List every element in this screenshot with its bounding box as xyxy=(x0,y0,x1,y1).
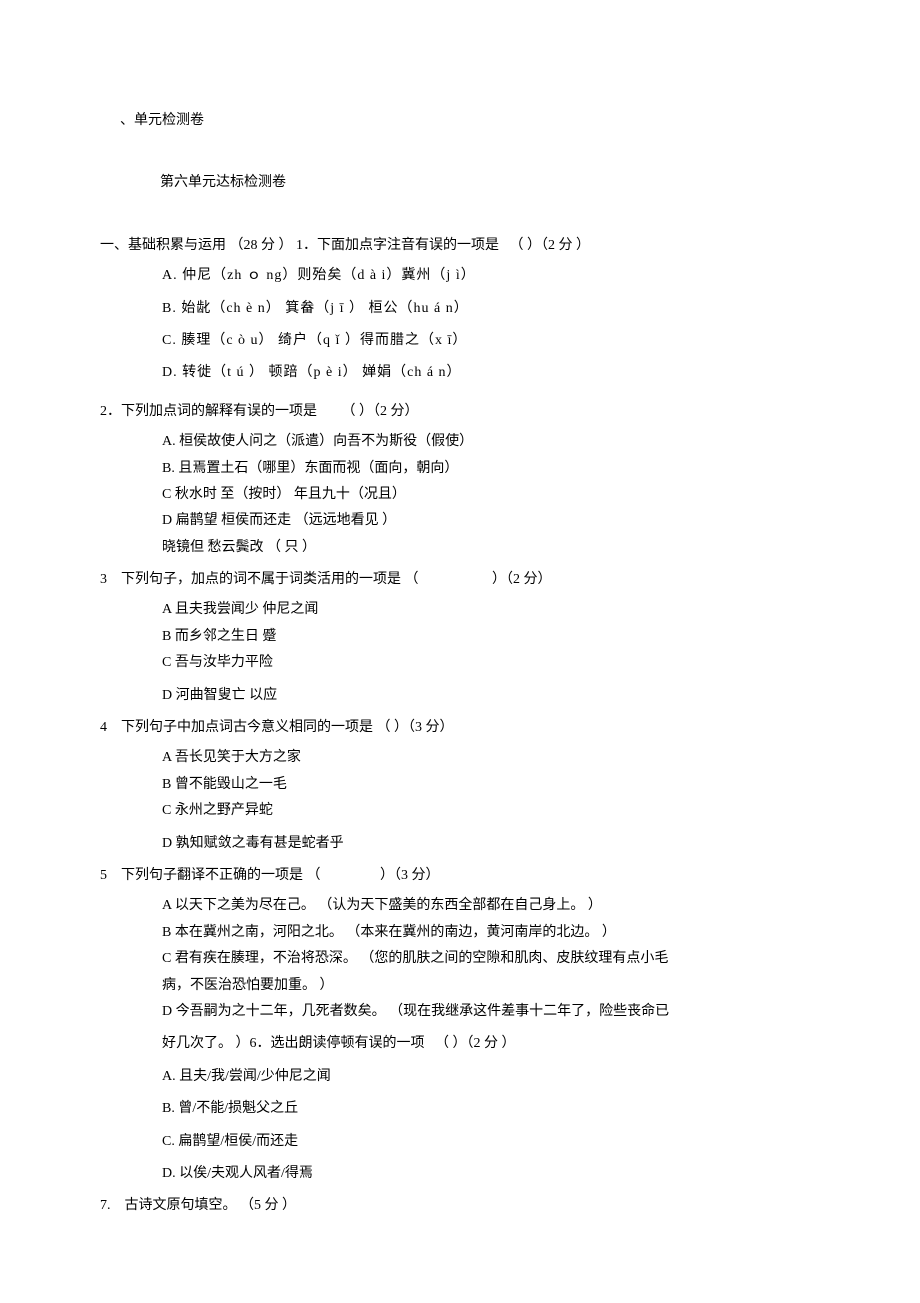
q5-option-c-line2: 病，不医治恐怕要加重。 ） xyxy=(162,975,820,997)
q4-option-d: D 孰知赋敛之毒有甚是蛇者乎 xyxy=(162,833,820,855)
q3-option-a: A 且夫我尝闻少 仲尼之闻 xyxy=(162,599,820,621)
q5-text: 5 下列句子翻译不正确的一项是 （ ）（3 分） xyxy=(100,865,820,887)
q7-text: 7. 古诗文原句填空。 （5 分 ） xyxy=(100,1195,820,1217)
q6-option-b: B. 曾/不能/损魁父之丘 xyxy=(162,1098,820,1120)
q4-option-c: C 永州之野产异蛇 xyxy=(162,800,820,822)
q3-option-b: B 而乡邻之生日 蹙 xyxy=(162,626,820,648)
q2-option-a: A. 桓侯故使人问之（派遣）向吾不为斯役（假使） xyxy=(162,431,820,453)
q2-option-c: C 秋水时 至（按时） 年且九十（况且） xyxy=(162,484,820,506)
q3-text: 3 下列句子，加点的词不属于词类活用的一项是 （ ）（2 分） xyxy=(100,569,820,591)
q2-option-d: D 扁鹊望 桓侯而还走 （远远地看见 ） xyxy=(162,510,820,532)
q5-option-d-line2: 好几次了。 ）6．选出朗读停顿有误的一项 （ ）（2 分 ） xyxy=(162,1033,820,1055)
q1-option-c: C. 腠理（c ò u） 绮户（q ǐ ）得而腊之（x ī） xyxy=(162,330,820,352)
q6-option-a: A. 且夫/我/尝闻/少仲尼之闻 xyxy=(162,1066,820,1088)
q5-option-d-line1: D 今吾嗣为之十二年，几死者数矣。 （现在我继承这件差事十二年了，险些丧命已 xyxy=(162,1001,820,1023)
q6-option-d: D. 以俟/夫观人风者/得焉 xyxy=(162,1163,820,1185)
q3-option-d: D 河曲智叟亡 以应 xyxy=(162,685,820,707)
q5-option-a: A 以天下之美为尽在己。 （认为天下盛美的东西全部都在自己身上。 ） xyxy=(162,895,820,917)
q1-option-d: D. 转徙（t ú ） 顿踣（p è i） 婵娟（ch á n） xyxy=(162,362,820,384)
q4-option-a: A 吾长见笑于大方之家 xyxy=(162,747,820,769)
q2-option-b: B. 且焉置土石（哪里）东面而视（面向，朝向） xyxy=(162,458,820,480)
q1-option-b: B. 始龀（ch è n） 箕畚（j ī ） 桓公（hu á n） xyxy=(162,298,820,320)
q1-option-a: A. 仲尼（zh ｏ ng）则殆矣（d à i）冀州（j ì） xyxy=(162,265,820,287)
q6-option-c: C. 扁鹊望/桓侯/而还走 xyxy=(162,1131,820,1153)
doc-title: 第六单元达标检测卷 xyxy=(160,172,820,194)
q3-option-c: C 吾与汝毕力平险 xyxy=(162,652,820,674)
q2-option-extra: 晓镜但 愁云鬓改 （ 只 ） xyxy=(162,537,820,559)
section-1-header: 一、基础积累与运用 （28 分 ） 1．下面加点字注音有误的一项是 （ ）（2 … xyxy=(100,235,820,257)
q5-option-c-line1: C 君有疾在腠理，不治将恐深。 （您的肌肤之间的空隙和肌肉、皮肤纹理有点小毛 xyxy=(162,948,820,970)
q2-text: 2．下列加点词的解释有误的一项是 （ ）（2 分） xyxy=(100,401,820,423)
doc-header: 、单元检测卷 xyxy=(120,110,820,132)
q4-option-b: B 曾不能毁山之一毛 xyxy=(162,774,820,796)
q4-text: 4 下列句子中加点词古今意义相同的一项是 （ ）（3 分） xyxy=(100,717,820,739)
q5-option-b: B 本在冀州之南，河阳之北。 （本来在冀州的南边，黄河南岸的北边。 ） xyxy=(162,922,820,944)
